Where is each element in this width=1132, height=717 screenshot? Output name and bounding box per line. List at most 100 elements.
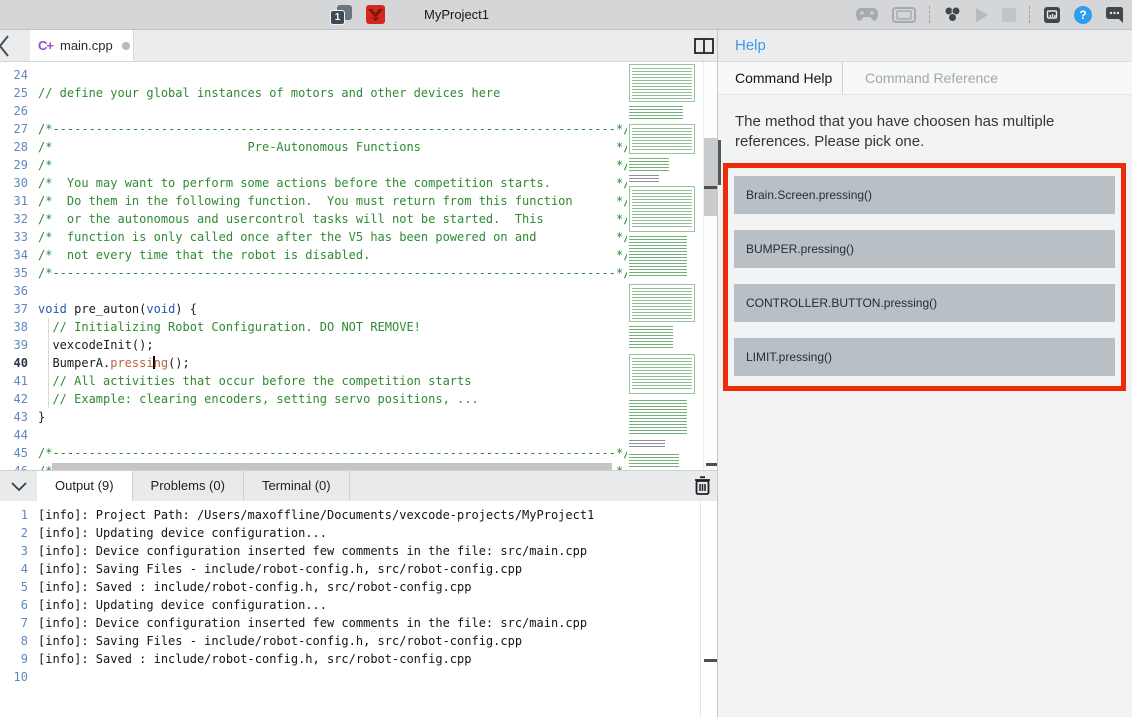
code-line: 43} xyxy=(0,408,630,426)
cpp-file-icon: C+ xyxy=(38,38,53,53)
output-line: 4 [info]: Saving Files - include/robot-c… xyxy=(0,560,594,578)
reference-option-button[interactable]: BUMPER.pressing() xyxy=(734,230,1115,268)
tab-output[interactable]: Output (9) xyxy=(37,471,133,501)
output-line-text: [info]: Device configuration inserted fe… xyxy=(38,614,587,632)
chevron-left-glyph xyxy=(0,34,11,58)
back-chevron-icon[interactable] xyxy=(0,34,11,63)
minimap-block xyxy=(629,106,683,121)
output-line: 3 [info]: Device configuration inserted … xyxy=(0,542,594,560)
toolbar-separator xyxy=(1029,6,1030,23)
code-line: 26 xyxy=(0,102,630,120)
panel-tabbar: Output (9) Problems (0) Terminal (0) xyxy=(0,471,717,501)
output-line: 5 [info]: Saved : include/robot-config.h… xyxy=(0,578,594,596)
output-line-text: [info]: Updating device configuration... xyxy=(38,524,327,542)
tab-problems[interactable]: Problems (0) xyxy=(133,471,244,501)
file-modified-dot xyxy=(122,42,130,50)
collapse-panel-button[interactable] xyxy=(0,471,37,501)
code-line: 41 // All activities that occur before t… xyxy=(0,372,630,390)
device-info-icon[interactable] xyxy=(1043,6,1061,24)
console-icon[interactable] xyxy=(1105,6,1124,23)
output-line: 10 xyxy=(0,668,594,686)
help-icon[interactable]: ? xyxy=(1074,6,1092,24)
controller-glyph xyxy=(855,7,879,22)
output-line-text: [info]: Saving Files - include/robot-con… xyxy=(38,632,522,650)
split-editor-icon[interactable] xyxy=(694,38,714,59)
help-tabbar: Command Help Command Reference xyxy=(718,62,1132,95)
code-line: 45/*------------------------------------… xyxy=(0,444,630,462)
titlebar: 1 MyProject1 xyxy=(0,0,1132,30)
brain-screen-glyph xyxy=(892,7,916,23)
vex-brain-icon[interactable] xyxy=(366,5,385,24)
output-line-number: 10 xyxy=(0,668,28,686)
stop-glyph xyxy=(1002,8,1016,22)
minimap-block xyxy=(629,284,695,322)
output-scrollbar[interactable] xyxy=(700,501,717,717)
help-panel: Help Command Help Command Reference The … xyxy=(718,30,1132,717)
output-line-number: 7 xyxy=(0,614,28,632)
help-message: The method that you have choosen has mul… xyxy=(735,112,1107,152)
code-line: 28/* Pre-Autonomous Functions */ xyxy=(0,138,630,156)
minimap-block xyxy=(629,326,673,348)
output-line-number: 3 xyxy=(0,542,28,560)
code-line: 42 // Example: clearing encoders, settin… xyxy=(0,390,630,408)
output-line-number: 1 xyxy=(0,506,28,524)
help-scrollbar-thumb[interactable] xyxy=(718,140,721,185)
code-line: 27/*------------------------------------… xyxy=(0,120,630,138)
output-log: 1 [info]: Project Path: /Users/maxofflin… xyxy=(0,506,594,686)
slot-number-icon[interactable]: 1 xyxy=(330,5,352,25)
editor-tabbar: C+ main.cpp xyxy=(0,30,717,62)
code-line: 38 // Initializing Robot Configuration. … xyxy=(0,318,630,336)
reference-option-button[interactable]: LIMIT.pressing() xyxy=(734,338,1115,376)
reference-option-button[interactable]: Brain.Screen.pressing() xyxy=(734,176,1115,214)
scrollbar-cursor-marker xyxy=(704,186,717,189)
code-editor[interactable]: 2425// define your global instances of m… xyxy=(0,62,703,470)
output-line: 8 [info]: Saving Files - include/robot-c… xyxy=(0,632,594,650)
download-icon[interactable] xyxy=(943,6,962,23)
output-line-text: [info]: Saved : include/robot-config.h, … xyxy=(38,578,471,596)
code-line: 29/* */ xyxy=(0,156,630,174)
console-glyph xyxy=(1105,6,1124,23)
brain-screen-icon[interactable] xyxy=(892,7,916,23)
help-panel-title: Help xyxy=(718,30,1132,62)
help-glyph: ? xyxy=(1079,8,1086,22)
tab-command-help[interactable]: Command Help xyxy=(718,62,843,94)
code-line: 30/* You may want to perform some action… xyxy=(0,174,630,192)
download-glyph xyxy=(943,6,962,23)
output-line-number: 4 xyxy=(0,560,28,578)
reference-options-box: Brain.Screen.pressing() BUMPER.pressing(… xyxy=(723,163,1126,391)
vex-v-glyph xyxy=(366,5,385,24)
minimap-block xyxy=(629,124,695,154)
tab-main-cpp[interactable]: C+ main.cpp xyxy=(30,30,134,61)
minimap-block xyxy=(629,158,669,172)
output-line-number: 2 xyxy=(0,524,28,542)
bottom-panel: Output (9) Problems (0) Terminal (0) 1 [… xyxy=(0,470,717,717)
editor-scrollbar[interactable] xyxy=(703,62,717,470)
editor-scrollbar-thumb[interactable] xyxy=(704,138,717,216)
clear-output-button[interactable] xyxy=(694,476,711,500)
tab-command-reference[interactable]: Command Reference xyxy=(843,62,998,94)
line-highlight-band xyxy=(52,463,612,470)
file-tab-label: main.cpp xyxy=(60,38,113,53)
reference-option-button[interactable]: CONTROLLER.BUTTON.pressing() xyxy=(734,284,1115,322)
code-lines: 2425// define your global instances of m… xyxy=(0,66,630,470)
vexcode-window: 1 MyProject1 xyxy=(0,0,1132,717)
tab-terminal[interactable]: Terminal (0) xyxy=(244,471,350,501)
code-line: 24 xyxy=(0,66,630,84)
output-line-number: 6 xyxy=(0,596,28,614)
output-line: 2 [info]: Updating device configuration.… xyxy=(0,524,594,542)
output-line: 7 [info]: Device configuration inserted … xyxy=(0,614,594,632)
minimap-block xyxy=(629,64,695,102)
output-line: 1 [info]: Project Path: /Users/maxofflin… xyxy=(0,506,594,524)
code-line: 31/* Do them in the following function. … xyxy=(0,192,630,210)
code-line: 33/* function is only called once after … xyxy=(0,228,630,246)
stop-icon[interactable] xyxy=(1002,8,1016,22)
output-scrollbar-marker xyxy=(704,659,717,662)
scrollbar-bottom-marker xyxy=(706,463,717,466)
indent-guide xyxy=(48,318,49,408)
minimap[interactable] xyxy=(627,62,701,470)
minimap-block xyxy=(629,354,695,394)
minimap-block xyxy=(629,175,659,182)
output-line-text: [info]: Saved : include/robot-config.h, … xyxy=(38,650,471,668)
controller-icon[interactable] xyxy=(855,7,879,22)
play-icon[interactable] xyxy=(975,7,989,23)
